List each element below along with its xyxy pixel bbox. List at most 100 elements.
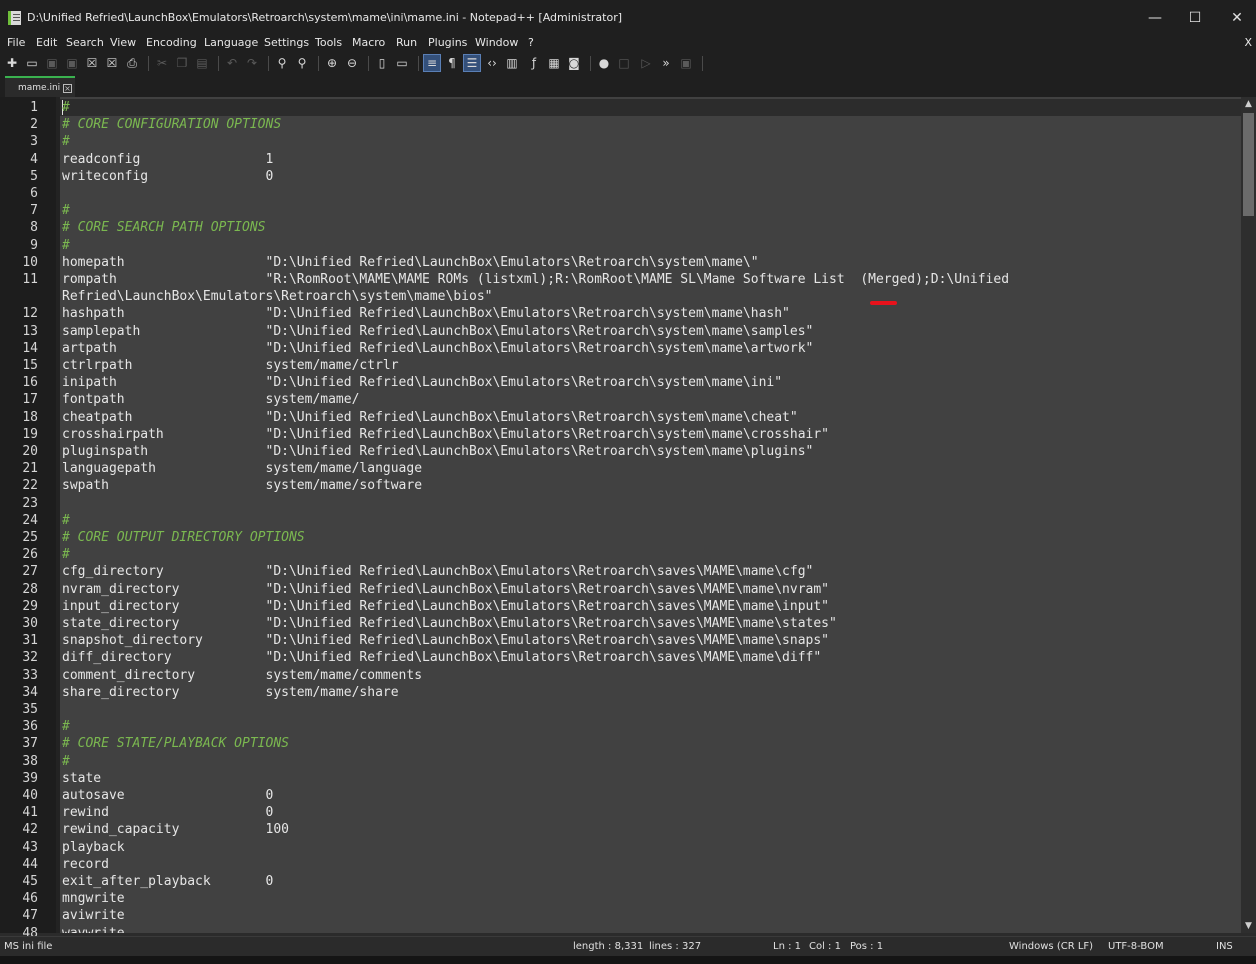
menu-window[interactable]: Window: [475, 36, 518, 50]
scrollbar-thumb[interactable]: [1243, 113, 1254, 216]
save-all-icon[interactable]: ▣: [64, 55, 80, 71]
line-number: 26: [22, 547, 38, 562]
zoom-out-icon[interactable]: ⊖: [344, 55, 360, 71]
line-number: 46: [22, 891, 38, 906]
redo-icon[interactable]: ↷: [244, 55, 260, 71]
undo-icon[interactable]: ↶: [224, 55, 240, 71]
scroll-up-icon[interactable]: ▲: [1241, 97, 1256, 111]
line-number: 8: [30, 220, 38, 235]
scroll-down-icon[interactable]: ▼: [1241, 919, 1256, 933]
menu-edit[interactable]: Edit: [36, 36, 57, 50]
menu-tools[interactable]: Tools: [315, 36, 342, 50]
stop-record-icon[interactable]: □: [616, 55, 632, 71]
zoom-in-icon[interactable]: ⊕: [324, 55, 340, 71]
line-number: 7: [30, 203, 38, 218]
menu-search[interactable]: Search: [66, 36, 104, 50]
menu-macro[interactable]: Macro: [352, 36, 385, 50]
code-view[interactable]: # # CORE CONFIGURATION OPTIONS # readconfig…: [60, 97, 1241, 933]
code-line: record: [62, 857, 109, 872]
run-macro-multiple-icon[interactable]: »: [658, 55, 674, 71]
menu-file[interactable]: File: [7, 36, 25, 50]
xml-tag-icon[interactable]: ‹›: [484, 55, 500, 71]
menu-language[interactable]: Language: [204, 36, 258, 50]
code-line: autosave 0: [62, 788, 274, 803]
function-list-icon[interactable]: ƒ: [526, 55, 542, 71]
sync-horizontal-icon[interactable]: ▭: [394, 55, 410, 71]
minimize-button[interactable]: —: [1136, 4, 1174, 32]
status-encoding[interactable]: UTF-8-BOM: [1108, 941, 1164, 952]
line-number: 38: [22, 754, 38, 769]
status-eol[interactable]: Windows (CR LF): [1009, 941, 1093, 952]
code-line: writeconfig 0: [62, 169, 274, 184]
line-number: 21: [22, 461, 38, 476]
line-number: 35: [22, 702, 38, 717]
line-number: 16: [22, 375, 38, 390]
notepad-plus-plus-window: D:\Unified Refried\LaunchBox\Emulators\R…: [0, 0, 1256, 964]
record-macro-icon[interactable]: ●: [596, 55, 612, 71]
menu-help[interactable]: ?: [528, 36, 534, 50]
doc-map-icon[interactable]: ▥: [504, 55, 520, 71]
menu-view[interactable]: View: [110, 36, 136, 50]
toolbar-separator: [218, 56, 219, 71]
find-icon[interactable]: ⚲: [274, 55, 290, 71]
folder-workspace-icon[interactable]: ▦: [546, 55, 562, 71]
code-line: swpath system/mame/software: [62, 478, 423, 493]
menu-encoding[interactable]: Encoding: [146, 36, 197, 50]
status-ln: Ln : 1: [773, 941, 801, 952]
tab-close-icon[interactable]: ×: [63, 84, 72, 93]
line-number: 33: [22, 668, 38, 683]
close-document-button[interactable]: X: [1244, 36, 1252, 49]
tab-mame-ini[interactable]: mame.ini ×: [5, 76, 75, 97]
code-line: hashpath "D:\Unified Refried\LaunchBox\E…: [62, 306, 790, 321]
editor-area[interactable]: 1 2 3 4 5 6 7 8 9 10 11 12 13 14 15 16 17 18 19 20 21 22 23 24 2…: [0, 97, 1256, 941]
maximize-button[interactable]: ☐: [1176, 4, 1214, 32]
play-macro-icon[interactable]: ▷: [638, 55, 654, 71]
menu-settings[interactable]: Settings: [264, 36, 309, 50]
menu-bar: File Edit Search View Encoding Language …: [0, 36, 1256, 51]
taskbar-strip: [0, 956, 1256, 964]
close-icon[interactable]: ☒: [84, 55, 100, 71]
line-number: 2: [30, 117, 38, 132]
close-window-button[interactable]: ✕: [1218, 4, 1256, 32]
window-title: D:\Unified Refried\LaunchBox\Emulators\R…: [27, 11, 623, 24]
copy-icon[interactable]: ❐: [174, 55, 190, 71]
new-file-icon[interactable]: ✚: [4, 55, 20, 71]
title-bar[interactable]: D:\Unified Refried\LaunchBox\Emulators\R…: [0, 0, 1256, 36]
monitoring-icon[interactable]: ◙: [566, 55, 582, 71]
comment-line: #: [62, 547, 70, 562]
code-line: snapshot_directory "D:\Unified Refried\L…: [62, 633, 830, 648]
line-number: 20: [22, 444, 38, 459]
show-all-chars-icon[interactable]: ¶: [444, 55, 460, 71]
status-length: length : 8,331: [573, 941, 644, 952]
vertical-scrollbar[interactable]: ▲ ▼: [1241, 97, 1256, 933]
code-line: ctrlrpath system/mame/ctrlr: [62, 358, 399, 373]
code-line: cfg_directory "D:\Unified Refried\Launch…: [62, 564, 814, 579]
line-number: 29: [22, 599, 38, 614]
sync-vertical-icon[interactable]: ▯: [374, 55, 390, 71]
menu-run[interactable]: Run: [396, 36, 417, 50]
status-insert-mode[interactable]: INS: [1216, 941, 1233, 952]
comment-line: #: [62, 513, 70, 528]
word-wrap-icon[interactable]: ≡: [423, 54, 441, 72]
indent-guide-icon[interactable]: ☰: [463, 54, 481, 72]
current-line-highlight: [60, 99, 1241, 116]
open-file-icon[interactable]: ▭: [24, 55, 40, 71]
paste-icon[interactable]: ▤: [194, 55, 210, 71]
print-icon[interactable]: ⎙: [124, 55, 140, 71]
save-icon[interactable]: ▣: [44, 55, 60, 71]
comment-line: # CORE SEARCH PATH OPTIONS: [62, 220, 266, 235]
replace-icon[interactable]: ⚲: [294, 55, 310, 71]
code-line: artpath "D:\Unified Refried\LaunchBox\Em…: [62, 341, 814, 356]
code-line: rewind_capacity 100: [62, 822, 289, 837]
line-number: 36: [22, 719, 38, 734]
code-line: mngwrite: [62, 891, 125, 906]
line-number: 27: [22, 564, 38, 579]
cut-icon[interactable]: ✂: [154, 55, 170, 71]
line-number: 25: [22, 530, 38, 545]
close-all-icon[interactable]: ☒: [104, 55, 120, 71]
comment-line: #: [62, 719, 70, 734]
line-number: 18: [22, 410, 38, 425]
line-number: 34: [22, 685, 38, 700]
save-macro-icon[interactable]: ▣: [678, 55, 694, 71]
menu-plugins[interactable]: Plugins: [428, 36, 467, 50]
